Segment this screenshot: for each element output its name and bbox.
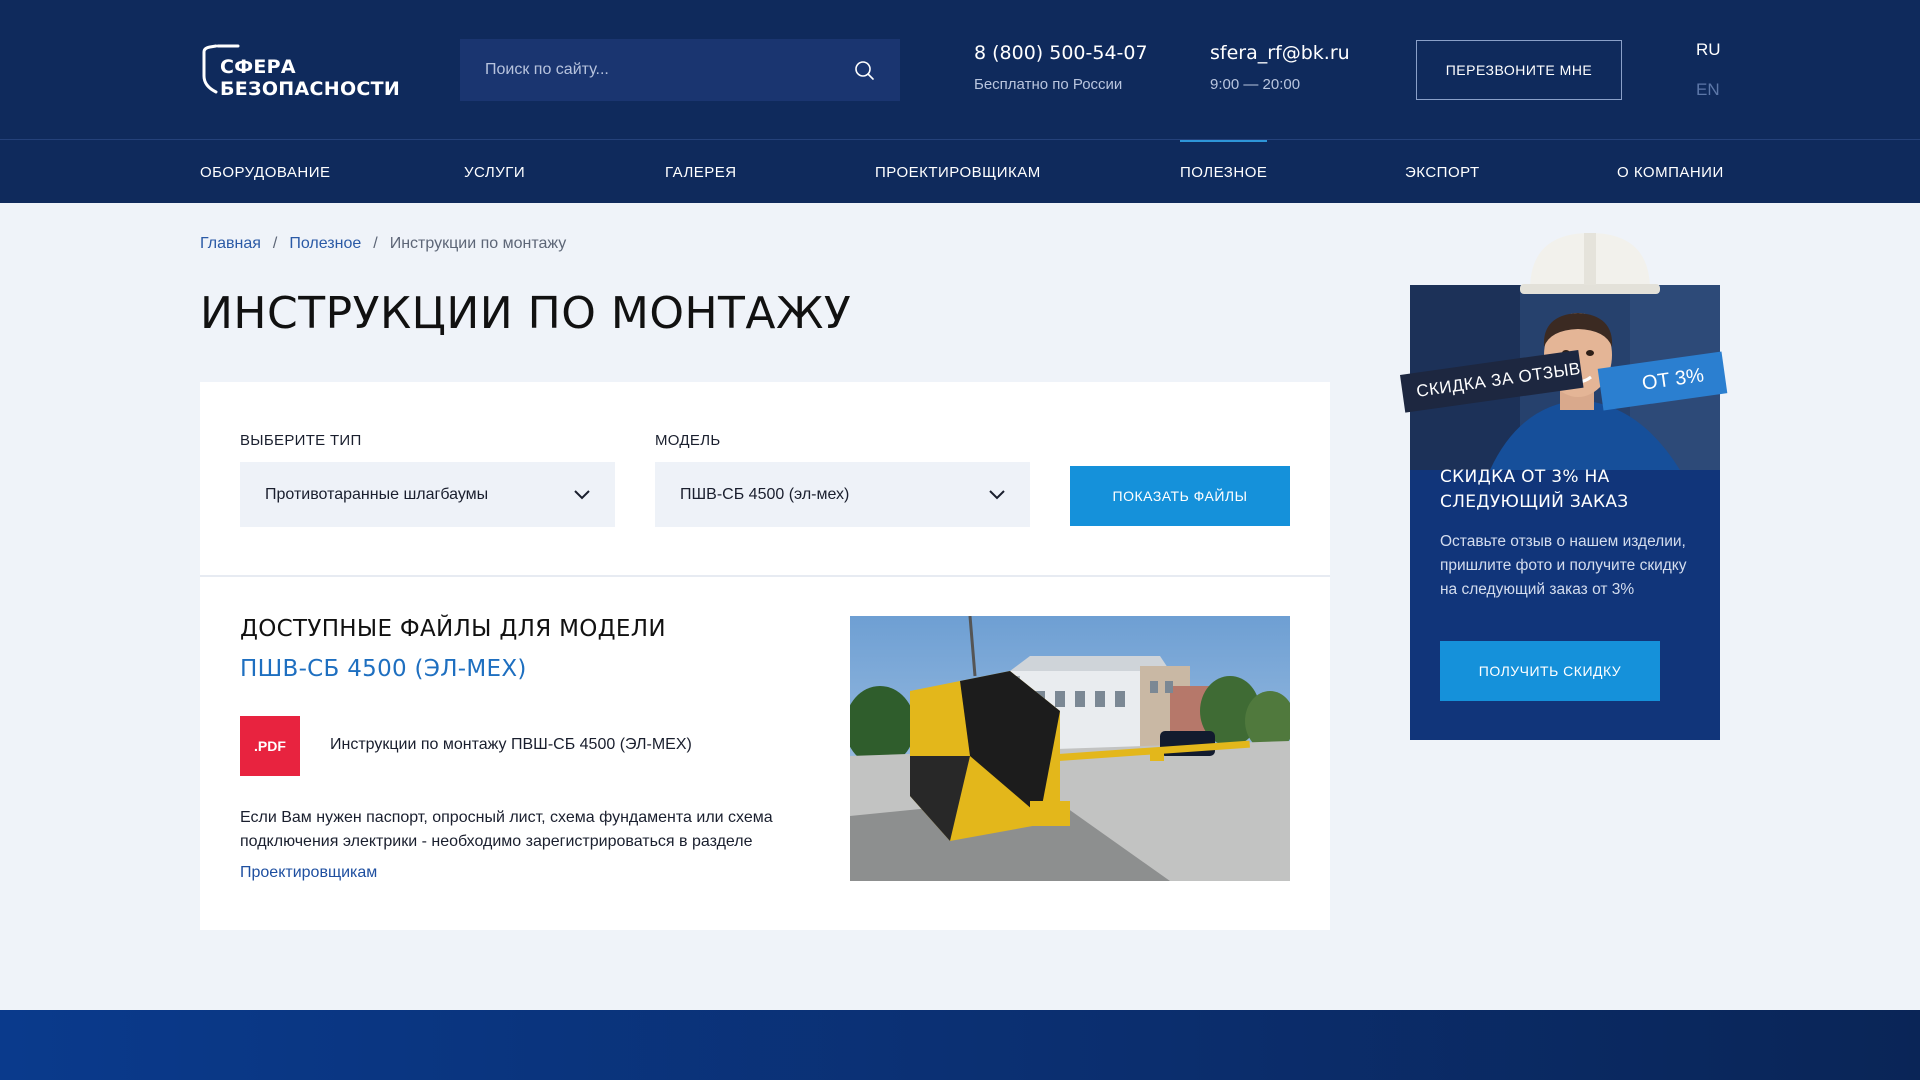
breadcrumb-separator: / <box>373 235 378 252</box>
main-nav: ОБОРУДОВАНИЕ УСЛУГИ ГАЛЕРЕЯ ПРОЕКТИРОВЩИ… <box>0 140 1920 203</box>
type-select-value: Противотаранные шлагбаумы <box>265 485 489 503</box>
nav-item-about[interactable]: О КОМПАНИИ <box>1617 140 1724 203</box>
designers-link[interactable]: Проектировщикам <box>240 864 377 882</box>
nav-item-useful[interactable]: ПОЛЕЗНОЕ <box>1180 140 1268 203</box>
search-input[interactable] <box>485 61 853 79</box>
phone-block: 8 (800) 500-54-07 Бесплатно по России <box>974 42 1148 93</box>
promo-title: СКИДКА ОТ 3% НА СЛЕДУЮЩИЙ ЗАКАЗ <box>1440 467 1629 512</box>
model-select[interactable]: ПШВ-СБ 4500 (эл-мех) <box>655 462 1030 527</box>
registration-note: Если Вам нужен паспорт, опросный лист, с… <box>240 809 773 850</box>
type-label: ВЫБЕРИТЕ ТИП <box>240 432 362 449</box>
product-photo <box>850 616 1290 881</box>
search-box <box>460 39 900 101</box>
pdf-file-link[interactable]: Инструкции по монтажу ПВШ-СБ 4500 (ЭЛ-МЕ… <box>330 736 692 754</box>
site-header: СФЕРА БЕЗОПАСНОСТИ 8 (800) 500-54-07 Бес… <box>0 0 1920 140</box>
files-model-name: ПШВ-СБ 4500 (ЭЛ-МЕХ) <box>240 656 527 682</box>
hard-hat-illustration <box>1520 233 1660 294</box>
breadcrumb: Главная / Полезное / Инструкции по монта… <box>200 235 566 253</box>
model-label: МОДЕЛЬ <box>655 432 721 449</box>
breadcrumb-useful[interactable]: Полезное <box>289 235 361 253</box>
model-select-value: ПШВ-СБ 4500 (эл-мех) <box>680 485 850 503</box>
logo-text: СФЕРА БЕЗОПАСНОСТИ <box>220 56 401 100</box>
phone-note: Бесплатно по России <box>974 76 1123 93</box>
breadcrumb-current: Инструкции по монтажу <box>389 235 567 252</box>
files-title: ДОСТУПНЫЕ ФАЙЛЫ ДЛЯ МОДЕЛИ <box>240 616 666 642</box>
lang-ru[interactable]: RU <box>1696 40 1721 60</box>
type-select[interactable]: Противотаранные шлагбаумы <box>240 462 615 527</box>
breadcrumb-separator: / <box>272 235 278 252</box>
phone-number[interactable]: 8 (800) 500-54-07 <box>974 42 1148 64</box>
logo[interactable]: СФЕРА БЕЗОПАСНОСТИ <box>200 42 400 102</box>
divider <box>200 575 1330 577</box>
chevron-down-icon <box>574 489 590 499</box>
nav-item-export[interactable]: ЭКСПОРТ <box>1405 140 1480 203</box>
chevron-down-icon <box>989 489 1005 499</box>
nav-item-designers[interactable]: ПРОЕКТИРОВЩИКАМ <box>875 140 1041 203</box>
get-discount-button[interactable]: ПОЛУЧИТЬ СКИДКУ <box>1440 641 1660 701</box>
footer-band <box>0 1010 1920 1080</box>
promo-text: Оставьте отзыв о нашем изделии, пришлите… <box>1440 533 1687 598</box>
instructions-card: ВЫБЕРИТЕ ТИП Противотаранные шлагбаумы М… <box>200 382 1330 930</box>
nav-item-equipment[interactable]: ОБОРУДОВАНИЕ <box>200 140 331 203</box>
nav-item-gallery[interactable]: ГАЛЕРЕЯ <box>665 140 737 203</box>
show-files-button[interactable]: ПОКАЗАТЬ ФАЙЛЫ <box>1070 466 1290 526</box>
email-block: sfera_rf@bk.ru 9:00 — 20:00 <box>1210 42 1350 93</box>
search-icon[interactable] <box>853 59 875 81</box>
breadcrumb-home[interactable]: Главная <box>200 235 261 253</box>
page-title: ИНСТРУКЦИИ ПО МОНТАЖУ <box>200 288 852 339</box>
email-address[interactable]: sfera_rf@bk.ru <box>1210 42 1350 64</box>
callback-button[interactable]: ПЕРЕЗВОНИТЕ МНЕ <box>1416 40 1622 100</box>
lang-en[interactable]: EN <box>1696 80 1720 100</box>
working-hours: 9:00 — 20:00 <box>1210 76 1301 93</box>
pdf-icon[interactable]: .PDF <box>240 716 300 776</box>
nav-item-services[interactable]: УСЛУГИ <box>464 140 525 203</box>
